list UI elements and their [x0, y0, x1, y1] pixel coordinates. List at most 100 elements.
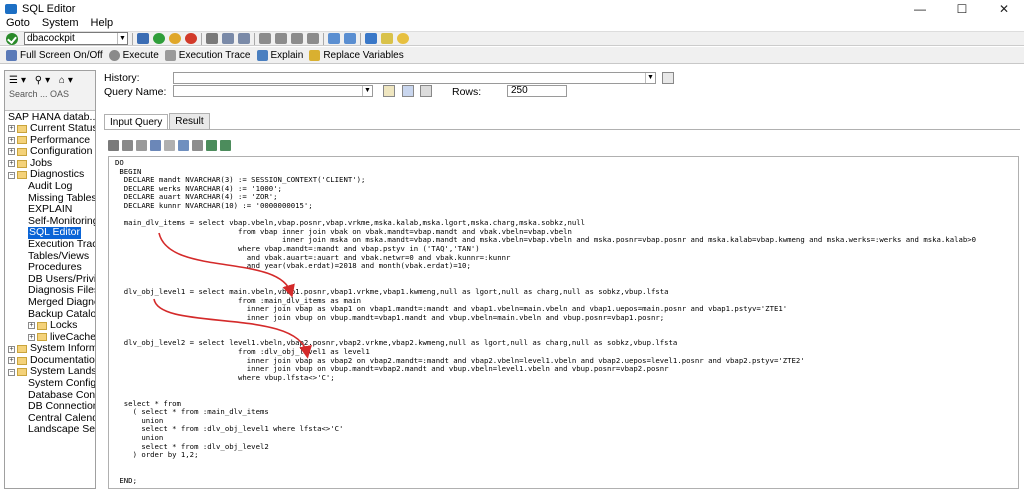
tree-item[interactable]: DB Connection [5, 401, 95, 413]
rows-input[interactable]: 250 [507, 85, 567, 97]
tree-item[interactable]: − Diagnostics [5, 169, 95, 181]
upload-icon[interactable] [206, 139, 217, 151]
full-screen-button[interactable]: Full Screen On/Off [6, 49, 103, 61]
history-dropdown[interactable]: ▼ [173, 72, 656, 84]
print-icon[interactable] [206, 33, 218, 44]
tree-item[interactable]: EXPLAIN [5, 204, 95, 216]
tree-item[interactable]: Self-Monitoring [5, 216, 95, 228]
customize-icon[interactable] [397, 33, 409, 44]
replace-variables-button[interactable]: Replace Variables [309, 49, 404, 61]
expand-icon[interactable]: + [8, 345, 15, 353]
redo-icon[interactable] [164, 139, 175, 151]
copy-icon[interactable] [122, 139, 133, 151]
comment-icon[interactable] [192, 139, 203, 151]
first-page-icon[interactable] [259, 33, 271, 44]
pretty-print-icon[interactable] [178, 139, 189, 151]
tree-item[interactable]: + Configuration [5, 146, 95, 158]
folder-icon [17, 147, 27, 156]
tree-item[interactable]: System Configu [5, 378, 95, 390]
tree-item[interactable]: Database Conne [5, 390, 95, 402]
tree-item[interactable]: − System Landsca [5, 366, 95, 378]
expand-icon[interactable]: + [8, 148, 15, 156]
next-page-icon[interactable] [291, 33, 303, 44]
tree-item[interactable]: + liveCache Ob [5, 332, 95, 344]
tree-item[interactable]: Diagnosis Files [5, 285, 95, 297]
manage-queries-icon[interactable] [420, 85, 432, 97]
query-editor[interactable]: DO BEGIN DECLARE mandt NVARCHAR(3) := SE… [108, 156, 1019, 489]
folder-icon [17, 124, 27, 133]
query-name-dropdown[interactable]: ▼ [173, 85, 373, 97]
folder-icon [17, 368, 27, 377]
download-icon[interactable] [220, 139, 231, 151]
paste-icon[interactable] [136, 139, 147, 151]
tab-result[interactable]: Result [169, 113, 210, 129]
expand-icon[interactable]: + [8, 136, 15, 144]
tree-item[interactable]: Missing Tables [5, 193, 95, 205]
tab-input-query[interactable]: Input Query [104, 114, 169, 130]
tree-item[interactable]: + System Informa [5, 343, 95, 355]
chevron-down-icon[interactable]: ▼ [645, 73, 655, 83]
navigation-panel: ☰▾ ⚲▾ ⌂▾ Search ... OAS SAP HANA datab..… [4, 70, 96, 489]
delete-history-icon[interactable] [662, 72, 674, 84]
load-query-icon[interactable] [383, 85, 395, 97]
expand-icon[interactable]: + [28, 322, 35, 330]
tree-item[interactable]: + Documentation [5, 355, 95, 367]
menu-system[interactable]: System [42, 17, 79, 29]
execution-trace-button[interactable]: Execution Trace [164, 49, 251, 61]
new-session-icon[interactable] [328, 33, 340, 44]
back-icon[interactable] [153, 33, 165, 44]
chevron-down-icon[interactable]: ▼ [117, 33, 127, 44]
toolbar-divider [132, 32, 133, 45]
tree-item[interactable]: + Performance [5, 135, 95, 147]
help-icon[interactable] [365, 33, 377, 44]
tree-item[interactable]: + Jobs [5, 158, 95, 170]
collapse-icon[interactable]: − [8, 368, 15, 376]
tree-item[interactable]: SQL Editor [5, 227, 95, 239]
window-title: SQL Editor [22, 3, 76, 15]
toolbar-divider [323, 32, 324, 45]
cancel-icon[interactable] [185, 33, 197, 44]
tree-item-label: Landscape Self- [28, 424, 95, 436]
tree-item[interactable]: Central Calenda [5, 413, 95, 425]
save-icon[interactable] [137, 33, 149, 44]
explain-icon [256, 49, 268, 61]
find-next-icon[interactable] [238, 33, 250, 44]
chevron-down-icon[interactable]: ▼ [362, 86, 372, 96]
tree-item[interactable]: Execution Trace [5, 239, 95, 251]
menu-help[interactable]: Help [91, 17, 114, 29]
enter-check-icon[interactable] [6, 32, 18, 45]
menu-goto[interactable]: Goto [6, 17, 30, 29]
command-field[interactable]: dbacockpit ▼ [24, 32, 128, 45]
expand-icon[interactable]: + [8, 160, 15, 168]
execute-button[interactable]: Execute [108, 49, 159, 61]
tree-item-label: SQL Editor [28, 227, 81, 239]
tree-item[interactable]: DB Users/Privile [5, 274, 95, 286]
expand-icon[interactable]: + [8, 125, 15, 133]
tree-item[interactable]: Merged Diagno [5, 297, 95, 309]
cut-icon[interactable] [108, 139, 119, 151]
tree-item-label: System Landsca [30, 366, 95, 378]
tree-item[interactable]: Procedures [5, 262, 95, 274]
tree-item[interactable]: Landscape Self- [5, 424, 95, 436]
navigation-search[interactable]: Search ... OAS [9, 89, 89, 99]
expand-icon[interactable]: + [28, 333, 35, 341]
navigation-toolbar-icons[interactable]: ☰▾ ⚲▾ ⌂▾ [9, 75, 76, 86]
collapse-icon[interactable]: − [8, 171, 15, 179]
tree-item-label: Missing Tables [28, 192, 95, 204]
exit-icon[interactable] [169, 33, 181, 44]
shortcut-icon[interactable] [344, 33, 356, 44]
find-icon[interactable] [222, 33, 234, 44]
previous-page-icon[interactable] [275, 33, 287, 44]
save-query-icon[interactable] [402, 85, 414, 97]
expand-icon[interactable]: + [8, 357, 15, 365]
undo-icon[interactable] [150, 139, 161, 151]
tree-item[interactable]: Tables/Views [5, 251, 95, 263]
tree-root[interactable]: SAP HANA datab... [5, 111, 95, 123]
tree-item[interactable]: + Current Status [5, 123, 95, 135]
tree-item[interactable]: Backup Catalog [5, 309, 95, 321]
last-page-icon[interactable] [307, 33, 319, 44]
layout-menu-icon[interactable] [381, 33, 393, 44]
tree-item[interactable]: + Locks [5, 320, 95, 332]
tree-item[interactable]: Audit Log [5, 181, 95, 193]
explain-button[interactable]: Explain [256, 49, 303, 61]
